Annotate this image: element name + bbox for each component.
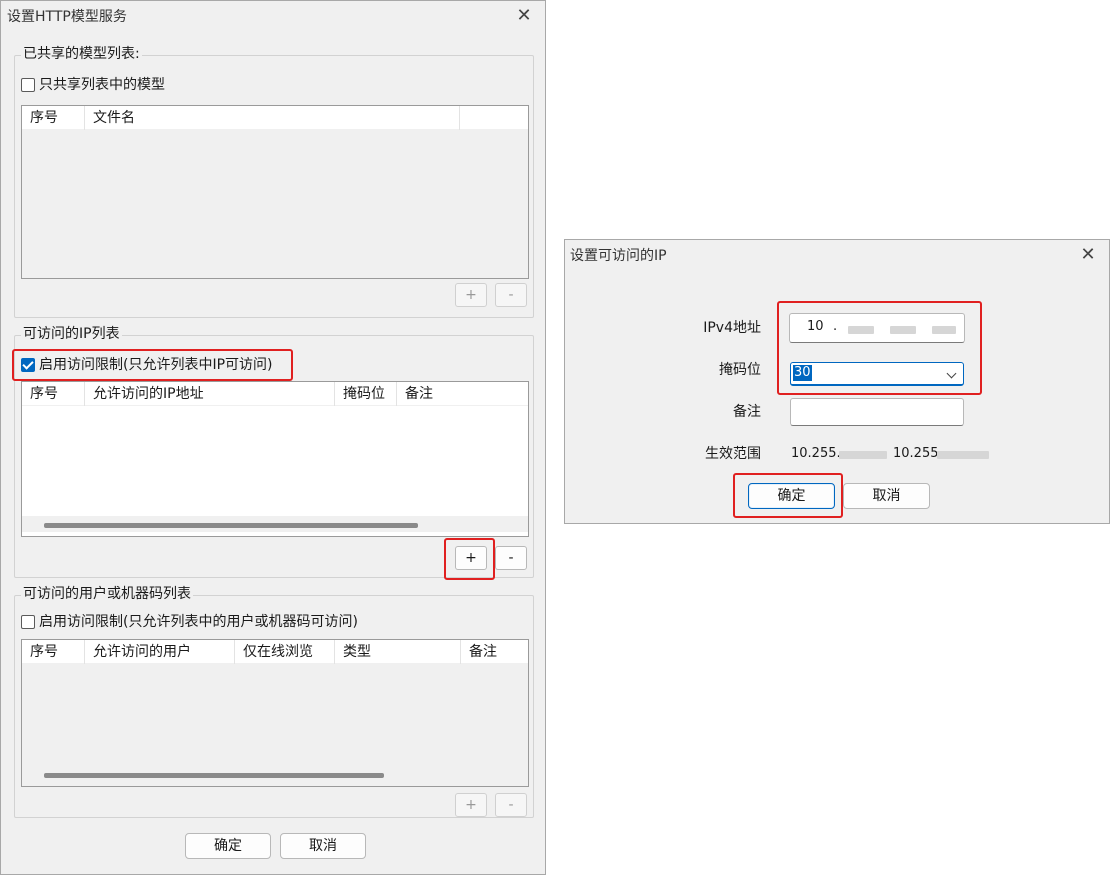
checkbox-label: 启用访问限制(只允许列表中的用户或机器码可访问) xyxy=(39,614,358,630)
column-header[interactable]: 序号 xyxy=(22,106,85,130)
checkbox-label: 启用访问限制(只允许列表中IP可访问) xyxy=(39,357,273,373)
checkbox-box[interactable] xyxy=(21,615,35,629)
dialog-title: 设置HTTP模型服务 xyxy=(7,9,127,25)
redacted-octet xyxy=(890,326,916,334)
note-input[interactable] xyxy=(790,398,964,426)
close-icon[interactable]: ✕ xyxy=(1068,240,1108,272)
add-ip-button[interactable]: + xyxy=(455,546,487,570)
remove-ip-button[interactable]: - xyxy=(495,546,527,570)
column-header[interactable]: 允许访问的IP地址 xyxy=(85,382,335,406)
mask-bits-value: 30 xyxy=(793,365,812,381)
column-header[interactable]: 序号 xyxy=(22,382,85,406)
ok-button[interactable]: 确定 xyxy=(748,483,835,509)
ipv4-octet-1[interactable]: 10 xyxy=(807,314,824,342)
add-user-button[interactable]: + xyxy=(455,793,487,817)
redacted-octet xyxy=(848,326,874,334)
checkbox-label: 只共享列表中的模型 xyxy=(39,77,165,93)
user-list-legend: 可访问的用户或机器码列表 xyxy=(21,585,193,603)
checkbox-checked-box[interactable] xyxy=(21,358,35,372)
mask-bits-dropdown[interactable]: 30 xyxy=(790,362,964,386)
redacted-range-start xyxy=(839,451,887,459)
range-end-text: 10.255 xyxy=(893,446,939,461)
dialog-title: 设置可访问的IP xyxy=(570,248,667,264)
title-bar[interactable]: 设置可访问的IP ✕ xyxy=(565,240,1109,272)
ipv4-address-input[interactable]: 10 . xyxy=(789,313,965,343)
ipv4-label: IPv4地址 xyxy=(703,320,761,336)
cancel-button[interactable]: 取消 xyxy=(843,483,930,509)
shared-models-legend: 已共享的模型列表: xyxy=(21,45,142,63)
models-table[interactable]: 序号 文件名 xyxy=(21,105,529,279)
effective-range-label: 生效范围 xyxy=(705,446,761,462)
redacted-range-end xyxy=(937,451,989,459)
column-header[interactable]: 仅在线浏览 xyxy=(235,640,335,664)
user-restriction-checkbox[interactable]: 启用访问限制(只允许列表中的用户或机器码可访问) xyxy=(21,612,358,632)
remove-user-button[interactable]: - xyxy=(495,793,527,817)
column-header[interactable]: 类型 xyxy=(335,640,461,664)
scrollbar-thumb[interactable] xyxy=(44,523,418,528)
set-accessible-ip-dialog: 设置可访问的IP ✕ IPv4地址 10 . 掩码位 30 备注 生效范围 10… xyxy=(564,239,1110,524)
ok-button[interactable]: 确定 xyxy=(185,833,271,859)
ip-list-legend: 可访问的IP列表 xyxy=(21,325,122,343)
checkbox-box[interactable] xyxy=(21,78,35,92)
remove-model-button[interactable]: - xyxy=(495,283,527,307)
note-label: 备注 xyxy=(733,404,761,420)
redacted-octet xyxy=(932,326,956,334)
table-header: 序号 文件名 xyxy=(22,106,528,130)
table-header: 序号 允许访问的IP地址 掩码位 备注 xyxy=(22,382,528,406)
column-header[interactable]: 备注 xyxy=(397,382,477,406)
column-header[interactable]: 备注 xyxy=(461,640,528,664)
mask-bits-label: 掩码位 xyxy=(719,362,761,378)
add-model-button[interactable]: + xyxy=(455,283,487,307)
range-start-text: 10.255. xyxy=(791,446,841,461)
table-header: 序号 允许访问的用户 仅在线浏览 类型 备注 xyxy=(22,640,528,664)
cancel-button[interactable]: 取消 xyxy=(280,833,366,859)
column-header[interactable]: 序号 xyxy=(22,640,85,664)
ipv4-separator: . xyxy=(833,319,838,334)
horizontal-scrollbar[interactable] xyxy=(22,767,528,783)
ip-restriction-checkbox[interactable]: 启用访问限制(只允许列表中IP可访问) xyxy=(21,355,273,375)
close-icon[interactable]: ✕ xyxy=(504,1,544,33)
column-header[interactable]: 允许访问的用户 xyxy=(85,640,235,664)
horizontal-scrollbar[interactable] xyxy=(22,516,528,532)
scrollbar-thumb[interactable] xyxy=(44,773,384,778)
http-model-service-dialog: 设置HTTP模型服务 ✕ 已共享的模型列表: 只共享列表中的模型 序号 文件名 … xyxy=(0,0,546,875)
column-header[interactable]: 掩码位 xyxy=(335,382,397,406)
chevron-down-icon[interactable] xyxy=(946,368,957,379)
title-bar[interactable]: 设置HTTP模型服务 ✕ xyxy=(1,1,545,33)
users-table[interactable]: 序号 允许访问的用户 仅在线浏览 类型 备注 xyxy=(21,639,529,787)
share-only-listed-checkbox[interactable]: 只共享列表中的模型 xyxy=(21,75,165,95)
column-header[interactable]: 文件名 xyxy=(85,106,460,130)
ip-table[interactable]: 序号 允许访问的IP地址 掩码位 备注 xyxy=(21,381,529,537)
